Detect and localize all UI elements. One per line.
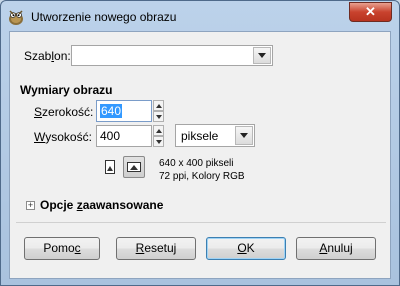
height-decrement[interactable] [153,136,164,147]
close-icon: ✕ [365,4,376,19]
chevron-down-icon [258,53,266,58]
unit-combo[interactable]: piksele [175,124,255,147]
expand-icon: + [26,199,35,210]
width-spinner[interactable] [153,100,164,122]
width-input[interactable]: 640 [96,100,152,122]
help-button[interactable]: Pomoc [24,237,100,260]
ok-button[interactable]: OK [206,237,286,260]
portrait-icon [105,160,115,174]
image-size-title: Wymiary obrazu [20,83,113,97]
cancel-button[interactable]: Anuluj [296,237,376,260]
new-image-dialog: Utworzenie nowego obrazu ✕ Szablon: Wymi… [0,0,400,286]
dialog-content: Szablon: Wymiary obrazu Szerokość: 640 W… [9,31,391,279]
height-increment[interactable] [153,125,164,136]
chevron-down-icon [240,133,248,138]
image-info: 640 x 400 pikseli 72 ppi, Kolory RGB [159,157,245,183]
width-value: 640 [100,104,123,118]
window-title: Utworzenie nowego obrazu [31,10,177,24]
template-label: Szablon: [24,49,71,63]
landscape-icon [127,162,141,172]
gimp-icon [9,10,23,25]
title-bar[interactable]: Utworzenie nowego obrazu ✕ [1,1,399,31]
template-dropdown-button[interactable] [253,47,271,64]
image-resolution-info: 72 ppi, Kolory RGB [159,171,245,182]
height-value: 400 [100,129,121,143]
separator [16,222,386,223]
height-spinner[interactable] [153,125,164,147]
advanced-options-label: Opcje zaawansowane [40,198,164,212]
width-decrement[interactable] [153,111,164,122]
landscape-button[interactable] [123,156,145,178]
image-dimensions-info: 640 x 400 pikseli [159,158,234,169]
portrait-button[interactable] [99,156,121,178]
advanced-options-expander[interactable]: + Opcje zaawansowane [26,198,163,212]
width-label: Szerokość: [34,105,94,119]
close-button[interactable]: ✕ [349,2,392,22]
reset-button[interactable]: Resetuj [116,237,196,260]
unit-value: piksele [181,129,219,143]
height-input[interactable]: 400 [96,125,152,147]
arrow-down-icon [155,114,162,119]
height-label: Wysokość: [34,130,92,144]
width-increment[interactable] [153,100,164,111]
unit-dropdown-button[interactable] [235,126,253,145]
template-combo[interactable] [71,45,273,66]
arrow-up-icon [155,128,162,133]
arrow-down-icon [155,139,162,144]
arrow-up-icon [155,103,162,108]
